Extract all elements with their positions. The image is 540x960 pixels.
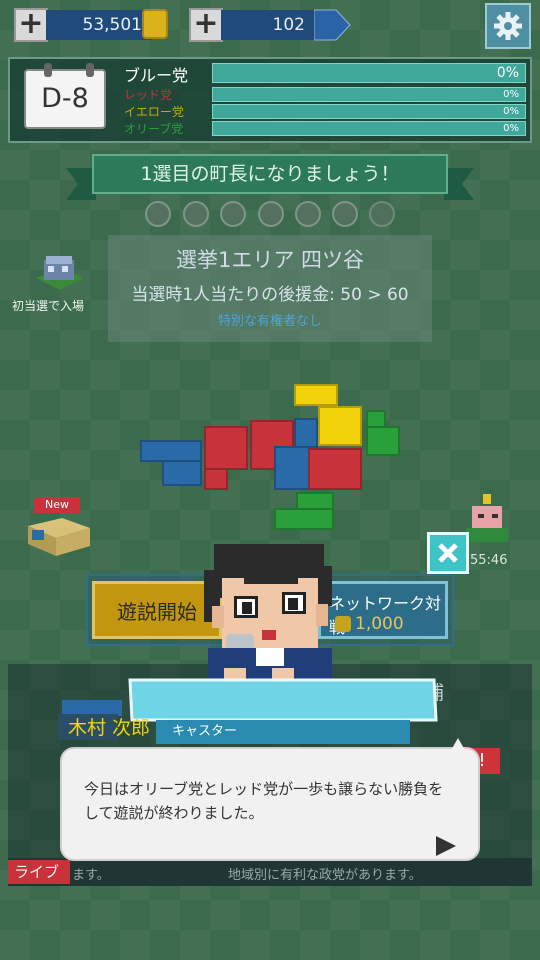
next-arrow-icon[interactable] [434,834,458,858]
add-tickets-button[interactable]: + [189,8,223,42]
party-percent-red: 0% [503,89,519,100]
area-title: 選挙1エリア 四ツ谷 [175,248,365,272]
speaker-role: キャスター [172,724,238,739]
map-block-blue[interactable] [274,446,310,490]
mission-text: 1選目の町長になりましょう！ [140,163,400,185]
medal-slot-icon [258,201,284,227]
party-bar-olive: 0% [212,121,526,136]
area-note: 特別な有権者なし [217,314,322,329]
party-percent-yellow: 0% [503,106,519,117]
party-name-red: レッド党 [124,88,173,102]
party-percent-olive: 0% [503,123,519,134]
map-block-blue[interactable] [140,440,202,462]
map-block-blue[interactable] [162,460,202,486]
party-bar-red: 0% [212,87,526,102]
party-name-blue: ブルー党 [124,66,189,85]
settings-button[interactable] [485,3,531,49]
map-block-red[interactable] [204,426,248,470]
calendar-ring [86,63,94,77]
area-bonus: 当選時1人当たりの後援金: 50 > 60 [131,285,409,305]
medal-slot-icon [183,201,209,227]
dialog-message: 今日はオリーブ党とレッド党が一歩も譲らない勝負をして遊説が終わりました。 [84,780,444,822]
map-block-olive[interactable] [274,508,334,530]
add-coins-button[interactable]: + [14,8,48,42]
speaker-name: 木村 次郎 [68,717,151,739]
medal-slot-icon [220,201,246,227]
party-name-olive: オリーブ党 [124,122,184,136]
mission-banner: 1選目の町長になりましょう！ [92,154,448,194]
medal-slot-icon [145,201,171,227]
entry-label: 初当選で入場 [12,299,85,313]
map-block-red[interactable] [204,468,228,490]
network-cost: 1,000 [355,614,404,634]
day-calendar: D-8 [24,69,106,129]
gift-box-icon[interactable] [22,512,94,558]
coin-icon [335,616,351,632]
ticker-left-text: ます。 [72,868,110,883]
map-block-red[interactable] [308,448,362,490]
map-block-yellow[interactable] [294,384,338,406]
start-campaign-label: 遊説開始 [117,599,197,624]
coin-counter: 53,501 [46,10,152,40]
map-block-yellow[interactable] [318,406,362,446]
ticket-amount: 102 [272,15,305,35]
building-icon[interactable] [30,250,90,296]
party-bar-blue: 0% [212,63,526,83]
gear-icon [494,12,522,40]
live-tag: ライブ [8,860,70,884]
party-percent-blue: 0% [496,65,519,81]
map-block-blue[interactable] [294,418,318,448]
calendar-ring [44,63,52,77]
close-icon [438,543,458,563]
ticket-icon [314,9,351,41]
piggy-bank-icon[interactable] [464,494,510,550]
dialog-tail [450,738,466,752]
medal-slot-icon [295,201,321,227]
network-battle-button[interactable]: ネットワーク対戦 1,000 [318,581,448,639]
trophy-slot-icon [369,201,395,227]
coin-icon [142,9,168,39]
medal-slot-icon [332,201,358,227]
close-dialog-button[interactable] [427,532,469,574]
day-counter: D-8 [41,83,89,114]
party-bar-yellow: 0% [212,104,526,119]
piggy-timer: 55:46 [470,553,508,568]
coin-amount: 53,501 [82,15,142,35]
start-campaign-button[interactable]: 遊説開始 [92,581,222,639]
party-name-yellow: イエロー党 [124,105,184,119]
ticker-right-text: 地域別に有利な政党があります。 [228,868,422,883]
new-badge: New [34,497,80,513]
dialog-box[interactable]: 今日はオリーブ党とレッド党が一歩も譲らない勝負をして遊説が終わりました。 [60,747,480,861]
map-block-olive[interactable] [366,426,400,456]
